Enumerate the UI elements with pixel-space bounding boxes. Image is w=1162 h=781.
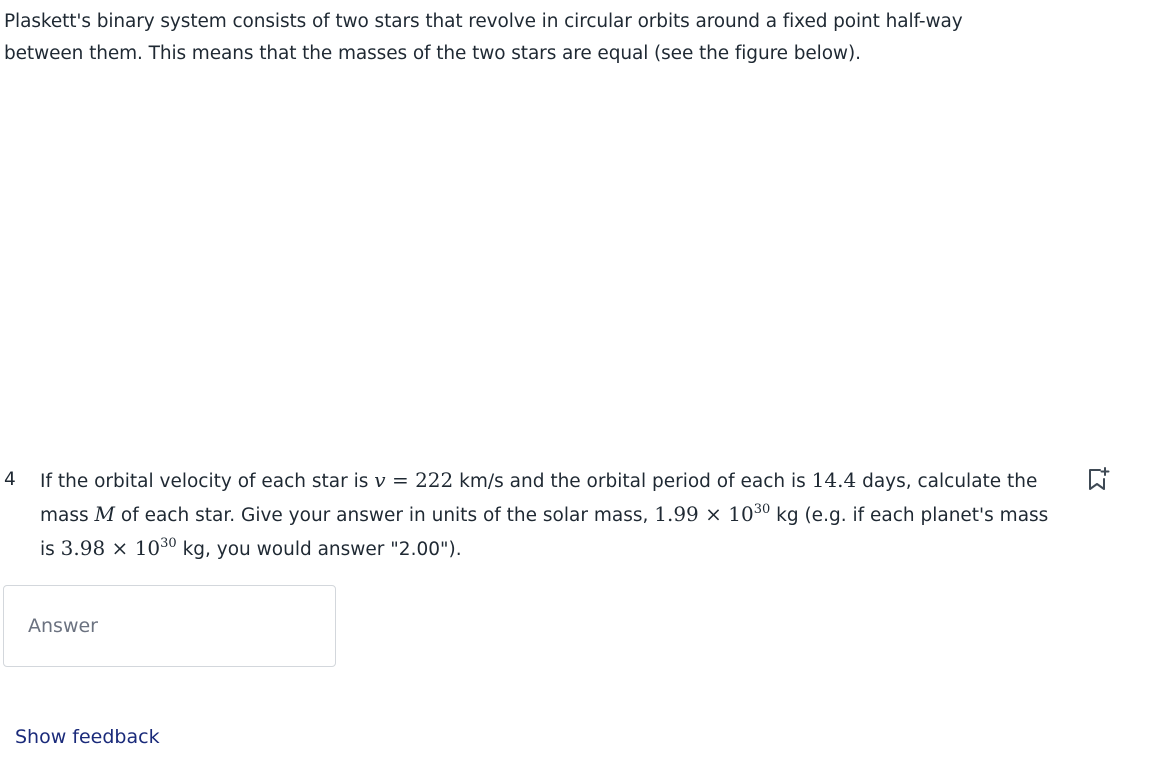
question-text: If the orbital velocity of each star is … [40,464,1050,566]
mass-symbol: M [94,502,115,526]
answer-field-container [3,585,336,667]
power-base: 10 [134,536,161,560]
bookmark-add-icon[interactable] [1086,466,1112,492]
solar-mass-mantissa: 1.99 [654,502,699,526]
question-text-part: km/s and the orbital period of each is [453,471,812,492]
answer-input[interactable] [4,586,335,666]
example-mass-mantissa: 3.98 [60,536,106,560]
solar-mass-expression: 1.99 × 1030 [654,502,770,526]
bookmark-add-icon-graphic [1089,467,1110,490]
velocity-expression: v = 222 [374,468,453,492]
equals-sign: = [385,468,416,492]
velocity-symbol: v [374,468,386,492]
question-text-part: If the orbital velocity of each star is [40,471,375,492]
power-exponent: 30 [160,536,177,551]
velocity-value: 222 [415,468,454,492]
power-exponent: 30 [753,502,771,517]
question-number: 4 [4,469,16,490]
question-text-part: of each star. Give your answer in units … [115,505,655,526]
period-value: 14.4 [811,468,857,492]
times-sign: × [105,536,135,560]
intro-paragraph: Plaskett's binary system consists of two… [4,11,963,64]
question-text-part: kg, you would answer "2.00"). [176,539,462,560]
times-sign: × [698,502,729,526]
show-feedback-link[interactable]: Show feedback [15,722,160,752]
mass-expression: M [95,502,115,526]
power-base: 10 [728,502,754,526]
example-mass-expression: 3.98 × 1030 [61,536,177,560]
figure-placeholder [0,80,1162,450]
